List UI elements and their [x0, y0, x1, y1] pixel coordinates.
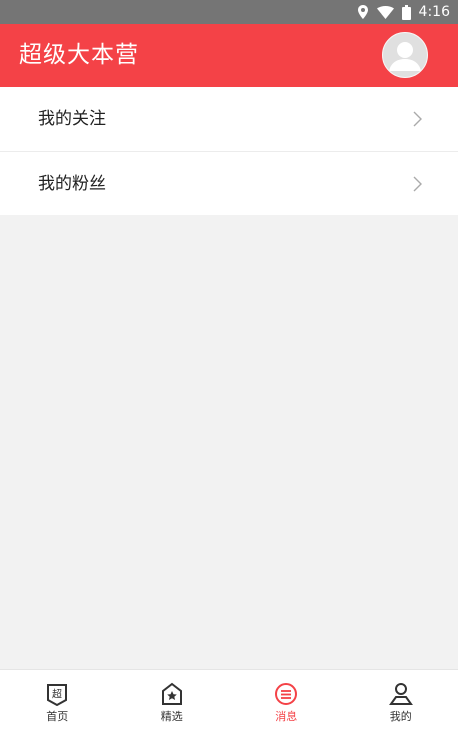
star-tag-icon	[160, 682, 184, 706]
tab-label: 我的	[344, 708, 458, 724]
tab-messages[interactable]: 消息	[229, 670, 344, 734]
tab-profile[interactable]: 我的	[344, 670, 458, 734]
wifi-icon	[377, 6, 394, 19]
svg-text:超: 超	[52, 688, 62, 701]
clock-time: 4:16	[419, 4, 450, 20]
list-item-followers[interactable]: 我的粉丝	[0, 152, 458, 215]
app-bar: 超级大本营	[0, 24, 458, 87]
tab-label: 精选	[115, 708, 230, 724]
tab-featured[interactable]: 精选	[115, 670, 230, 734]
tab-label: 首页	[0, 708, 115, 724]
profile-icon	[389, 682, 413, 706]
battery-icon	[402, 5, 411, 20]
menu-list: 我的关注 我的粉丝	[0, 87, 458, 215]
home-shield-icon: 超	[45, 682, 69, 706]
chevron-right-icon	[412, 176, 422, 192]
tab-home[interactable]: 超 首页	[0, 670, 115, 734]
location-icon	[357, 5, 369, 19]
app-title: 超级大本营	[19, 24, 139, 87]
message-icon	[274, 682, 298, 706]
list-item-following[interactable]: 我的关注	[0, 87, 458, 152]
chevron-right-icon	[412, 111, 422, 127]
status-bar: 4:16	[0, 0, 458, 24]
status-indicators: 4:16	[357, 0, 450, 24]
bottom-nav: 超 首页 精选 消息 我的	[0, 669, 458, 734]
list-item-label: 我的粉丝	[38, 152, 106, 216]
user-avatar-icon	[383, 33, 427, 77]
list-item-label: 我的关注	[38, 87, 106, 151]
tab-label: 消息	[229, 708, 344, 724]
avatar[interactable]	[382, 32, 428, 78]
